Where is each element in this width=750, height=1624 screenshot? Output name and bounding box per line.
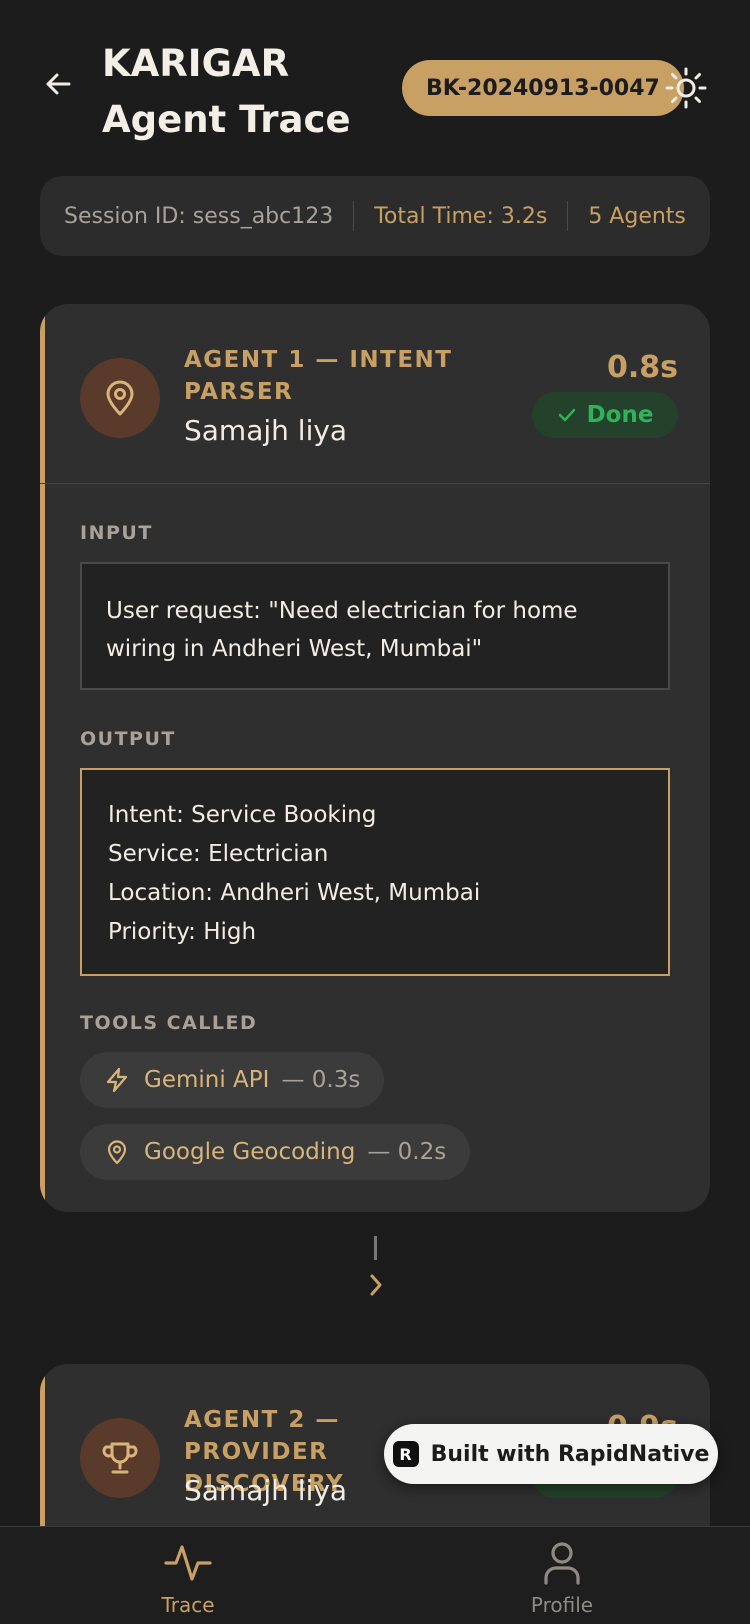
agent-card-header[interactable]: AGENT 1 — INTENT PARSER Samajh liya 0.8s…	[40, 304, 710, 484]
lightning-icon	[106, 1067, 128, 1093]
agent-count: 5 Agents	[588, 203, 686, 229]
agent-avatar	[80, 358, 160, 438]
map-pin-icon	[106, 380, 134, 416]
agent-name: Samajh liya	[184, 1474, 348, 1507]
check-icon	[558, 408, 575, 422]
output-box: Intent: Service Booking Service: Electri…	[80, 768, 670, 976]
agent-name: Samajh liya	[184, 414, 348, 447]
trophy-icon	[102, 1442, 138, 1474]
input-label: INPUT	[80, 522, 153, 544]
output-line: Intent: Service Booking	[108, 802, 377, 828]
theme-toggle-button[interactable]	[664, 66, 708, 110]
nav-label: Trace	[161, 1593, 215, 1617]
tool-name: Google Geocoding	[144, 1139, 356, 1165]
divider	[353, 201, 355, 231]
total-time: Total Time: 3.2s	[374, 203, 548, 229]
output-label: OUTPUT	[80, 728, 176, 750]
arrow-left-icon	[46, 73, 71, 95]
chevron-right-icon	[370, 1274, 382, 1296]
session-summary: Session ID: sess_abc123 Total Time: 3.2s…	[40, 176, 710, 256]
tool-duration: — 0.2s	[367, 1139, 447, 1165]
activity-icon	[164, 1545, 212, 1581]
tools-label: TOOLS CALLED	[80, 1012, 258, 1034]
agent-tag: AGENT 1 — INTENT PARSER	[184, 347, 453, 405]
header: KARIGAR Agent Trace BK-20240913-0047	[0, 0, 750, 160]
card-connector	[374, 1236, 377, 1260]
bottom-nav: Trace Profile	[0, 1526, 750, 1624]
agent-avatar	[80, 1418, 160, 1498]
back-button[interactable]	[40, 66, 76, 102]
nav-tab-trace[interactable]: Trace	[108, 1541, 268, 1617]
tool-duration: — 0.3s	[281, 1067, 361, 1093]
map-pin-icon	[107, 1140, 127, 1165]
tool-chip-gemini[interactable]: Gemini API — 0.3s	[80, 1052, 385, 1108]
divider	[567, 201, 569, 231]
agent-time: 0.8s	[606, 350, 678, 385]
tool-name: Gemini API	[144, 1067, 270, 1093]
output-line: Priority: High	[108, 919, 257, 945]
status-badge: Done	[532, 392, 678, 438]
output-line: Service: Electrician	[108, 841, 329, 867]
rapidnative-logo-icon: R	[392, 1441, 419, 1467]
nav-label: Profile	[530, 1593, 594, 1617]
booking-id-badge[interactable]: BK-20240913-0047	[402, 60, 684, 116]
user-icon	[544, 1542, 580, 1585]
status-label: Done	[586, 402, 654, 428]
input-box: User request: "Need electrician for home…	[80, 562, 670, 690]
agent-card-1[interactable]: AGENT 1 — INTENT PARSER Samajh liya 0.8s…	[40, 304, 710, 1212]
built-with-badge[interactable]: R Built with RapidNative	[384, 1424, 718, 1484]
session-id: Session ID: sess_abc123	[64, 203, 334, 229]
sun-icon	[665, 67, 707, 109]
built-with-label: Built with RapidNative	[430, 1441, 710, 1467]
page-title: KARIGAR Agent Trace	[102, 42, 351, 141]
nav-tab-profile[interactable]: Profile	[482, 1541, 642, 1617]
output-line: Location: Andheri West, Mumbai	[108, 880, 481, 906]
tool-chip-geocoding[interactable]: Google Geocoding — 0.2s	[80, 1124, 471, 1180]
